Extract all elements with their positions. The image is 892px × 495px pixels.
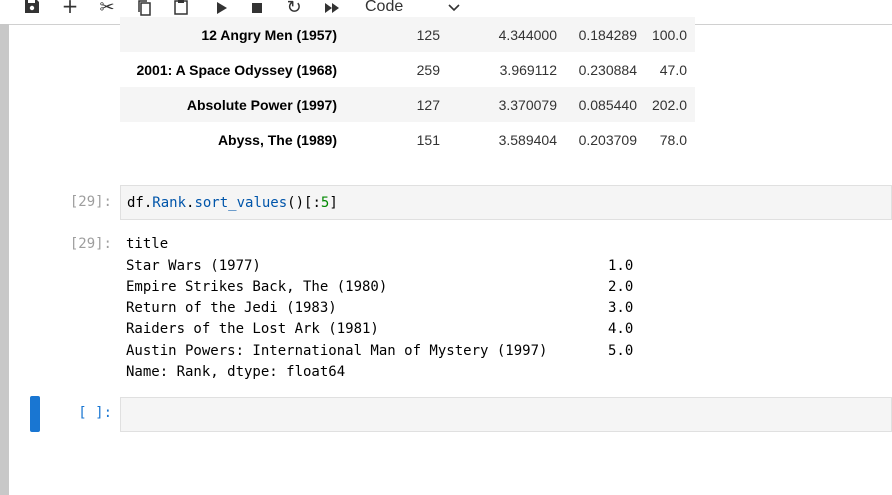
cell-value: 3.969112 <box>499 62 557 78</box>
copy-icon[interactable] <box>134 0 154 17</box>
left-scroll-rail <box>0 24 9 495</box>
output-row-title: Return of the Jedi (1983) <box>126 300 337 316</box>
row-title: Abyss, The (1989) <box>217 132 337 148</box>
cell-value: 3.589404 <box>498 132 557 148</box>
code-token: Rank <box>152 195 187 211</box>
code-token: sort_values <box>194 195 288 211</box>
output-row-value: 3.0 <box>608 300 634 316</box>
input-prompt: [29]: <box>69 194 112 210</box>
cell-value: 0.085440 <box>578 97 637 113</box>
cell-value: 151 <box>416 132 440 148</box>
code-cell-input[interactable]: df.Rank.sort_values()[:5] <box>120 185 892 220</box>
output-footer: Name: Rank, dtype: float64 <box>126 364 346 380</box>
empty-code-cell-input[interactable] <box>120 397 892 432</box>
table-row: Abyss, The (1989) 151 3.589404 0.203709 … <box>120 122 695 157</box>
cell-value: 127 <box>416 97 440 113</box>
code-token: ()[: <box>287 195 321 211</box>
cell-value: 100.0 <box>651 27 687 43</box>
cell-value: 259 <box>416 62 440 78</box>
cell-value: 0.203709 <box>578 132 637 148</box>
run-icon[interactable] <box>212 0 232 17</box>
cell-value: 125 <box>416 27 440 43</box>
paste-icon[interactable] <box>171 0 191 16</box>
code-token: ] <box>329 195 338 211</box>
fast-forward-icon[interactable] <box>321 0 343 17</box>
cell-value: 202.0 <box>651 97 687 113</box>
stop-icon[interactable] <box>247 0 267 17</box>
output-row-value: 1.0 <box>608 258 634 274</box>
output-row-value: 2.0 <box>608 279 634 295</box>
cell-value: 4.344000 <box>498 27 557 43</box>
output-row-title: Austin Powers: International Man of Myst… <box>126 343 548 359</box>
output-row-title: Raiders of the Lost Ark (1981) <box>126 321 379 337</box>
cell-value: 3.370079 <box>498 97 557 113</box>
output-row-title: Star Wars (1977) <box>126 258 261 274</box>
add-cell-icon[interactable]: + <box>60 0 80 18</box>
table-row: Absolute Power (1997) 127 3.370079 0.085… <box>120 87 695 122</box>
cell-type-label: Code <box>365 0 404 15</box>
save-icon[interactable] <box>22 0 42 15</box>
code-token: df. <box>127 195 153 211</box>
cell-type-dropdown[interactable]: Code <box>358 0 470 17</box>
output-row-title: Empire Strikes Back, The (1980) <box>126 279 388 295</box>
empty-cell-prompt: [ ]: <box>78 405 112 421</box>
table-row: 12 Angry Men (1957) 125 4.344000 0.18428… <box>120 17 695 52</box>
cell-value: 78.0 <box>659 132 687 148</box>
chevron-down-icon <box>448 0 460 15</box>
output-row-value: 4.0 <box>608 321 634 337</box>
output-header: title <box>126 236 169 252</box>
output-prompt: [29]: <box>69 236 112 252</box>
restart-icon[interactable]: ↻ <box>284 0 304 18</box>
cut-icon[interactable]: ✂ <box>96 0 118 18</box>
cell-value: 0.230884 <box>578 62 637 78</box>
row-title: 2001: A Space Odyssey (1968) <box>136 62 337 78</box>
row-title: Absolute Power (1997) <box>186 97 337 113</box>
row-title: 12 Angry Men (1957) <box>201 27 337 43</box>
cell-value: 0.184289 <box>578 27 637 43</box>
cell-value: 47.0 <box>659 62 687 78</box>
code-line: df.Rank.sort_values()[:5] <box>127 195 338 211</box>
table-row: 2001: A Space Odyssey (1968) 259 3.96911… <box>120 52 695 87</box>
output-row-value: 5.0 <box>608 343 634 359</box>
